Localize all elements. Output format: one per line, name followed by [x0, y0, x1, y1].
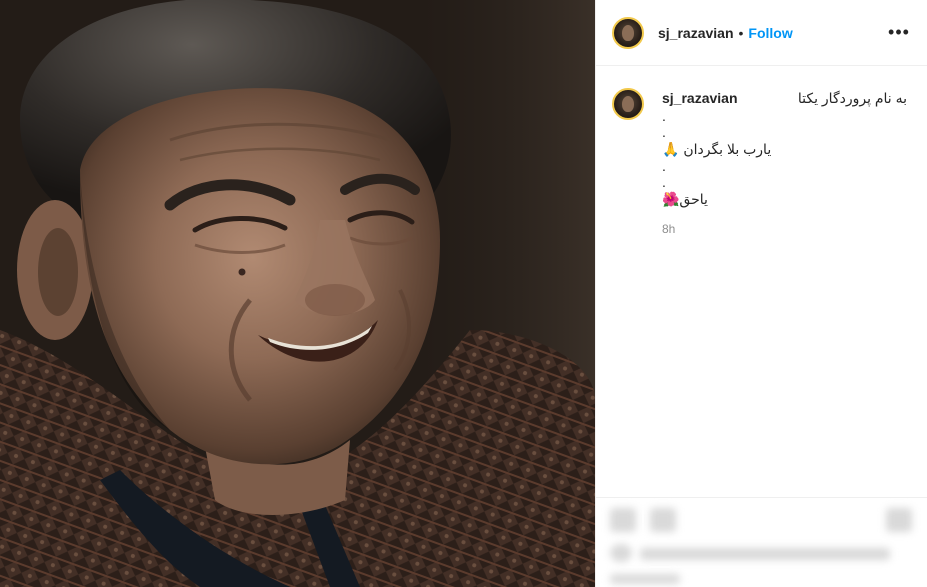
instagram-post: sj_razavian • Follow ••• sj_razavian به …	[0, 0, 927, 587]
caption-avatar[interactable]	[612, 88, 644, 120]
caption-text-line: .	[662, 158, 666, 174]
caption-body: sj_razavian به نام پروردگار یکتا . . یار…	[662, 88, 907, 236]
caption-username[interactable]: sj_razavian	[662, 88, 738, 108]
blurred-text	[610, 574, 680, 584]
more-options-icon[interactable]: •••	[887, 21, 911, 45]
caption-text-line: .	[662, 174, 666, 190]
blurred-icon	[650, 508, 676, 532]
portrait-image	[0, 0, 595, 587]
blurred-avatar	[610, 544, 632, 562]
caption-text-line: .	[662, 108, 666, 124]
caption-text-line: یارب بلا بگردان 🙏	[662, 141, 772, 157]
caption-text-line: یاحق🌺	[662, 191, 708, 207]
follow-button[interactable]: Follow	[748, 25, 792, 41]
caption-comment: sj_razavian به نام پروردگار یکتا . . یار…	[612, 88, 911, 236]
caption-text-line: به نام پروردگار یکتا	[797, 90, 907, 106]
caption-first-line: sj_razavian به نام پروردگار یکتا	[662, 88, 907, 108]
post-timestamp[interactable]: 8h	[662, 222, 907, 236]
header-user-info: sj_razavian • Follow	[658, 25, 793, 41]
blurred-text	[640, 548, 890, 560]
blurred-icon	[610, 508, 636, 532]
blurred-actions-area	[596, 497, 927, 587]
comments-section: sj_razavian به نام پروردگار یکتا . . یار…	[596, 66, 927, 236]
post-header: sj_razavian • Follow •••	[596, 0, 927, 66]
post-photo[interactable]	[0, 0, 595, 587]
caption-text-line: .	[662, 124, 666, 140]
post-side-panel: sj_razavian • Follow ••• sj_razavian به …	[595, 0, 927, 587]
blurred-icon	[886, 508, 912, 532]
avatar[interactable]	[612, 16, 644, 49]
header-separator: •	[738, 24, 744, 41]
header-username[interactable]: sj_razavian	[658, 25, 734, 41]
